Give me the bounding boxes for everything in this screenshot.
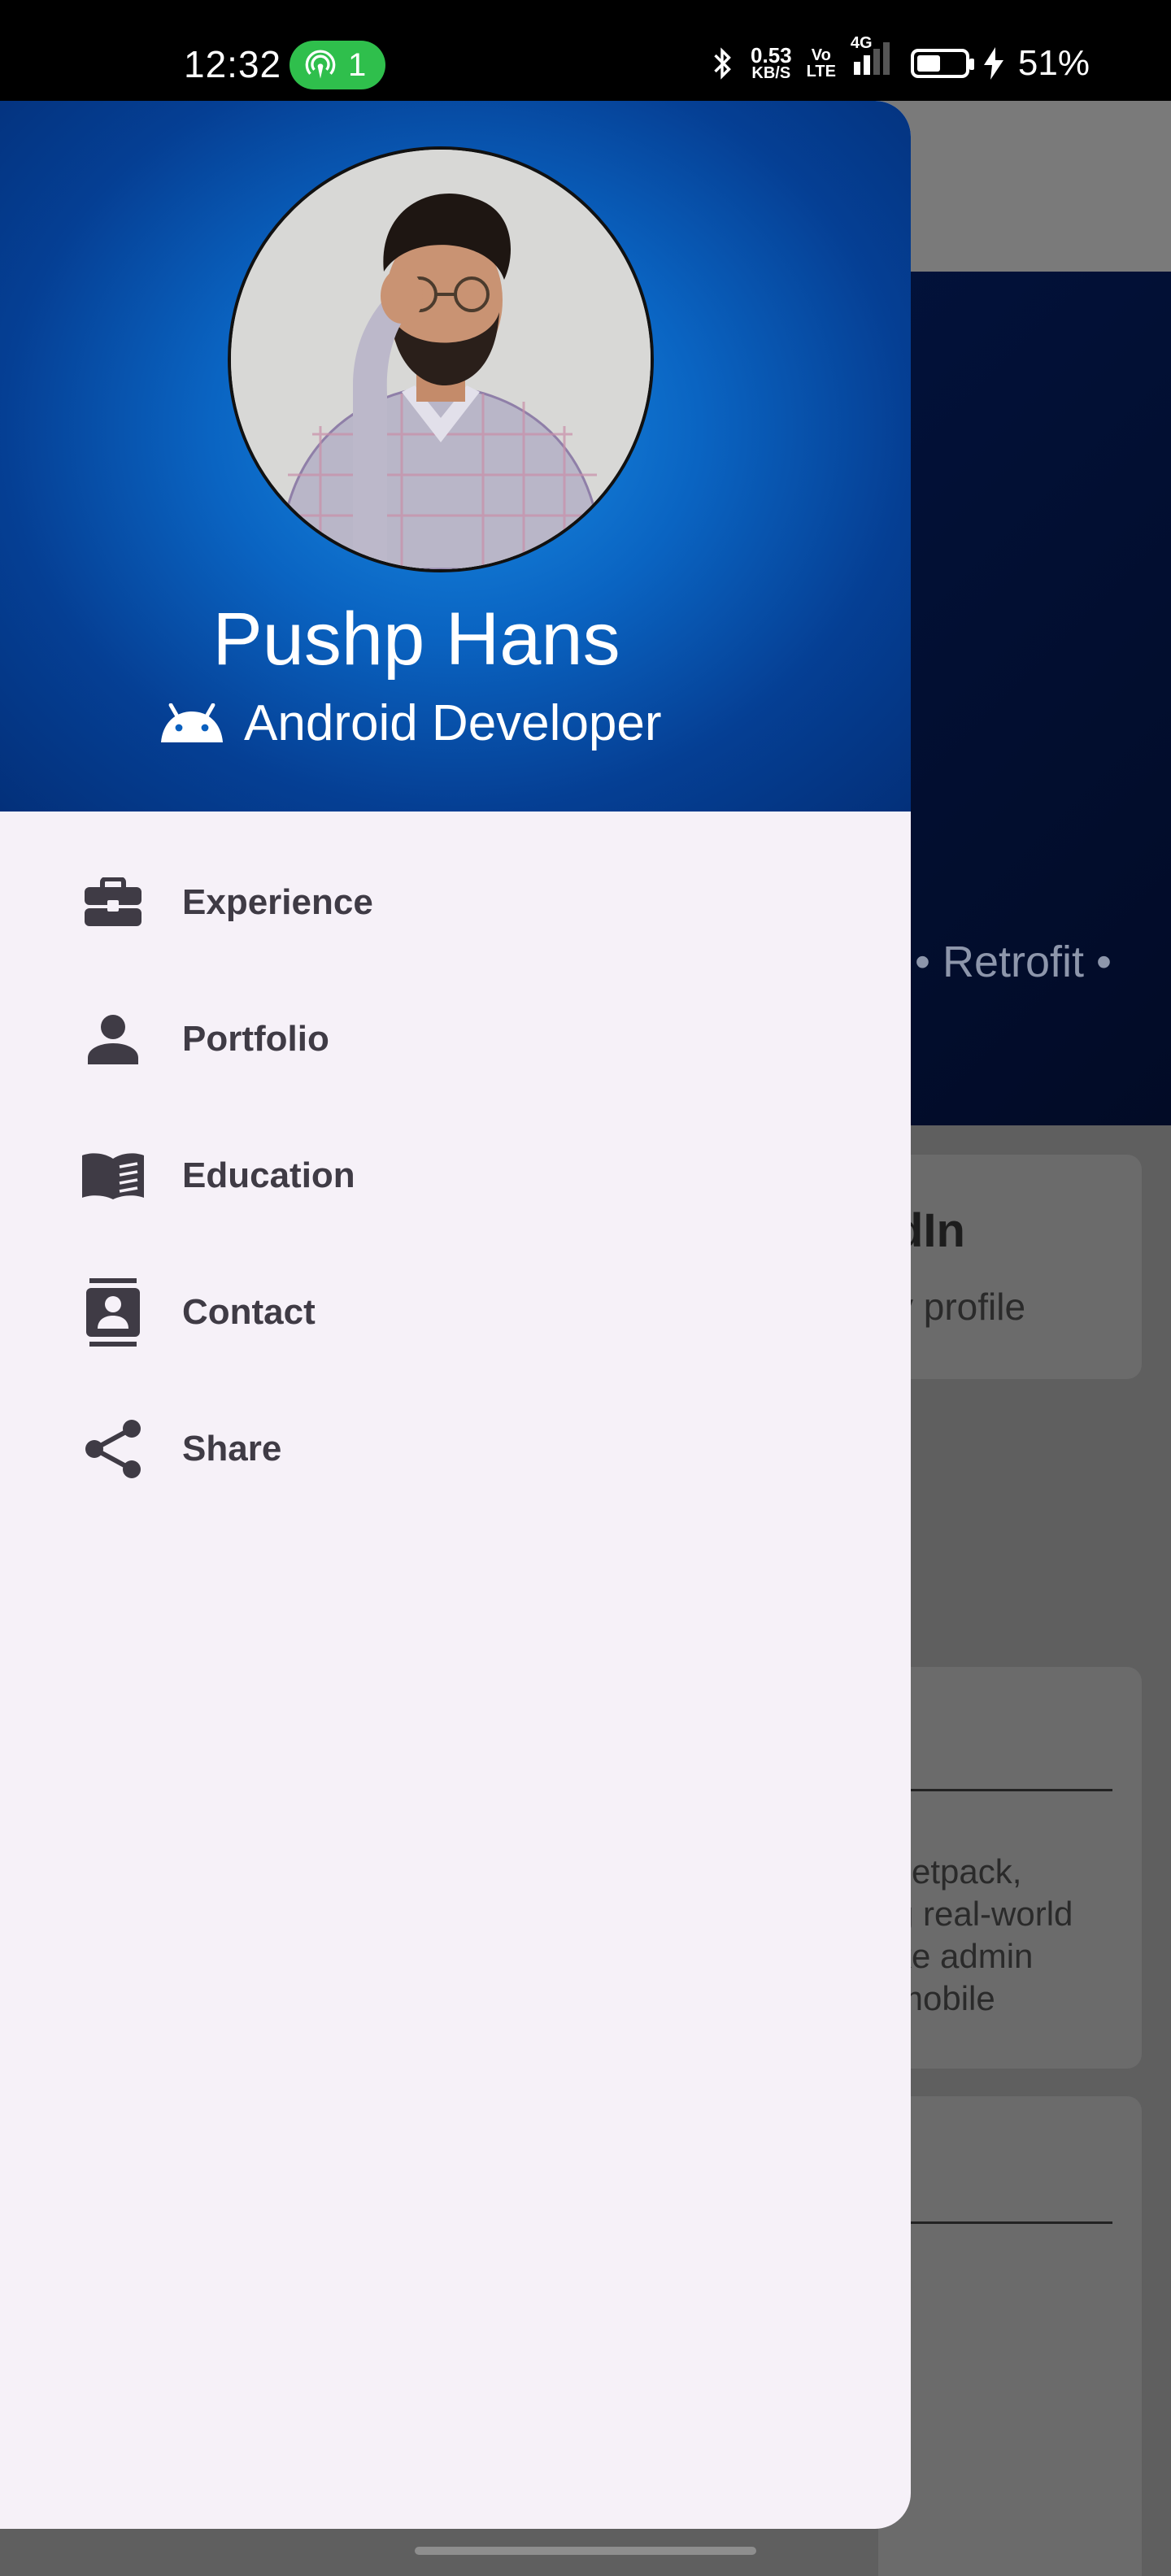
profile-avatar [228, 146, 654, 572]
menu-item-education[interactable]: Education [0, 1107, 911, 1244]
profile-role: Android Developer [158, 694, 662, 752]
volte-indicator: Vo LTE [806, 46, 836, 80]
menu-item-share[interactable]: Share [0, 1381, 911, 1517]
menu-item-portfolio[interactable]: Portfolio [0, 971, 911, 1107]
drawer-menu: Experience Portfolio Education Contact S… [0, 812, 911, 1517]
contact-card-icon [80, 1278, 146, 1347]
card-divider [878, 2221, 1112, 2224]
menu-item-contact[interactable]: Contact [0, 1244, 911, 1381]
background-linkedin-card: dIn y profile [878, 1155, 1142, 1379]
hotspot-indicator[interactable]: 1 [289, 41, 385, 89]
android-icon [161, 703, 223, 742]
book-icon [80, 1142, 146, 1209]
briefcase-icon [80, 869, 146, 936]
menu-item-label: Share [182, 1429, 282, 1469]
signal-indicator: 4G [851, 34, 896, 84]
background-card-text: Jetpack, g real-world ke admin mobile [895, 1852, 1073, 2017]
gesture-nav-handle[interactable] [415, 2547, 756, 2555]
profile-name: Pushp Hans [212, 598, 620, 681]
menu-item-label: Portfolio [182, 1019, 329, 1059]
hotspot-icon [305, 50, 336, 79]
person-icon [80, 1006, 146, 1073]
background-card [878, 2096, 1142, 2576]
net-speed: 0.53 KB/S [751, 42, 792, 82]
navigation-drawer: Pushp Hans Android Developer Experience … [0, 101, 911, 2529]
profile-role-label: Android Developer [244, 695, 662, 751]
drawer-header: Pushp Hans Android Developer [0, 101, 911, 812]
background-card-subtitle: y profile [895, 1286, 1026, 1328]
card-divider [878, 1789, 1112, 1791]
status-time: 12:32 [184, 43, 282, 85]
battery-icon [910, 48, 974, 78]
menu-item-label: Contact [182, 1292, 316, 1332]
share-icon [80, 1416, 146, 1482]
background-about-card: Jetpack, g real-world ke admin mobile [878, 1667, 1142, 2069]
status-bar: 12:32 1 0.53 KB/S Vo LTE 4G 51% [0, 0, 1171, 101]
bluetooth-icon [714, 46, 731, 80]
menu-item-label: Experience [182, 882, 373, 922]
menu-item-experience[interactable]: Experience [0, 834, 911, 971]
hotspot-count: 1 [348, 46, 367, 83]
charging-icon [983, 46, 1003, 80]
status-icons: 0.53 KB/S Vo LTE 4G 51% [708, 34, 1090, 84]
network-type: 4G [850, 34, 873, 52]
battery-percent: 51% [1017, 42, 1090, 83]
menu-item-label: Education [182, 1155, 355, 1195]
background-skills-text: e • Retrofit • [878, 938, 1112, 986]
